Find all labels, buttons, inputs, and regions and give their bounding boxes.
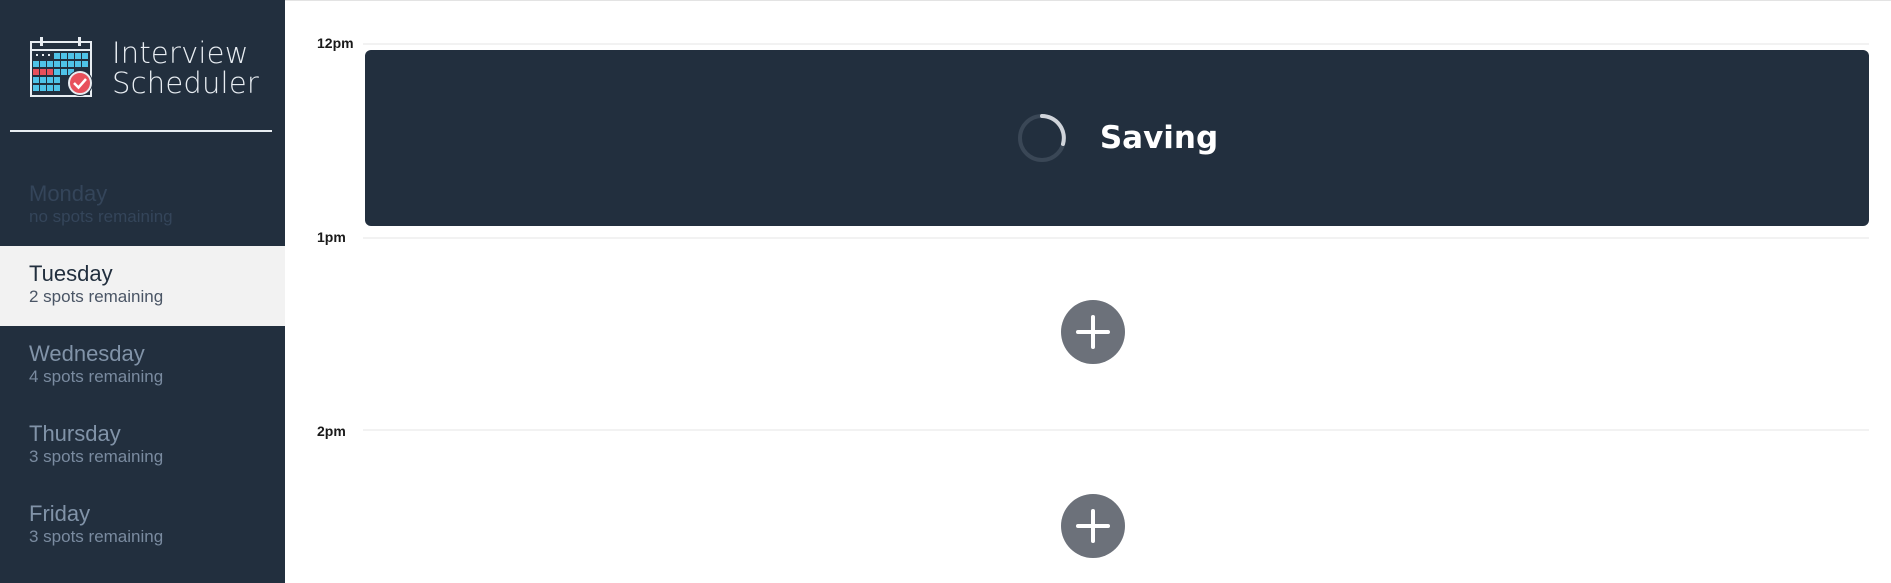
status-text: Saving — [1099, 120, 1219, 156]
schedule: 12pm Saving 1pm 2pm — [285, 0, 1891, 583]
day-name: Tuesday — [29, 261, 113, 286]
day-item-monday[interactable]: Monday no spots remaining — [0, 166, 285, 246]
day-spots: 3 spots remaining — [29, 447, 164, 466]
day-name: Friday — [29, 501, 91, 526]
calendar-logo-icon — [30, 37, 93, 97]
day-spots: 2 spots remaining — [29, 287, 164, 306]
time-label: 2pm — [317, 423, 346, 439]
time-label: 1pm — [317, 229, 346, 245]
day-spots: no spots remaining — [29, 207, 173, 226]
day-spots: 4 spots remaining — [29, 367, 164, 386]
add-appointment-button[interactable] — [1061, 300, 1125, 364]
saving-status-card: Saving — [365, 50, 1869, 226]
day-name: Wednesday — [29, 341, 145, 366]
day-item-friday[interactable]: Friday 3 spots remaining — [0, 486, 285, 566]
day-name: Monday — [29, 181, 108, 206]
sidebar-divider — [10, 130, 272, 132]
app-title-line1: Interview — [112, 36, 249, 70]
day-item-thursday[interactable]: Thursday 3 spots remaining — [0, 406, 285, 486]
time-label: 12pm — [317, 35, 354, 51]
time-divider — [363, 237, 1869, 239]
time-divider — [363, 43, 1869, 45]
time-divider — [363, 429, 1869, 431]
app-title-line2: Scheduler — [112, 66, 259, 100]
brand: Interview Scheduler — [30, 36, 270, 98]
add-appointment-button[interactable] — [1061, 494, 1125, 558]
spinner-icon — [1017, 114, 1066, 162]
day-item-wednesday[interactable]: Wednesday 4 spots remaining — [0, 326, 285, 406]
day-spots: 3 spots remaining — [29, 527, 164, 546]
app-title: Interview Scheduler — [112, 38, 259, 98]
day-list: Monday no spots remaining Tuesday 2 spot… — [0, 166, 285, 566]
day-item-tuesday[interactable]: Tuesday 2 spots remaining — [0, 246, 285, 326]
sidebar: Interview Scheduler Monday no spots rema… — [0, 0, 285, 583]
day-name: Thursday — [29, 421, 121, 446]
